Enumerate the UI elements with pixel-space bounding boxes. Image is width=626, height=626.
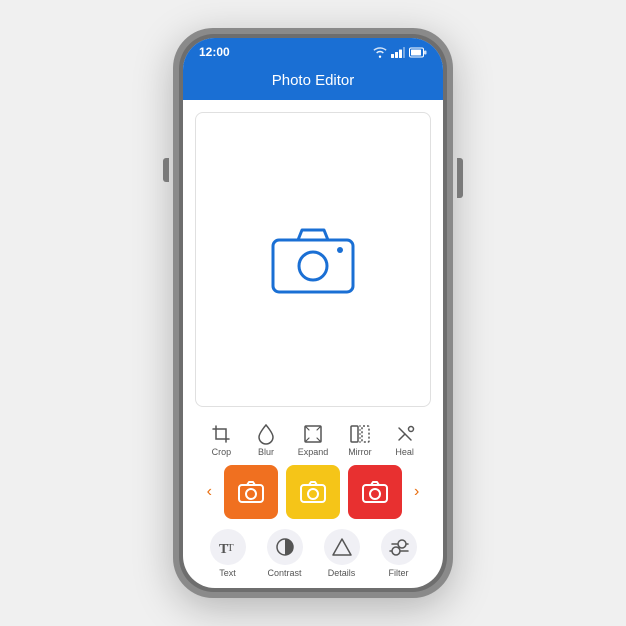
details-label: Details — [328, 568, 356, 578]
crop-tool[interactable]: Crop — [208, 423, 234, 457]
details-tool-icon — [324, 529, 360, 565]
carousel-item-red[interactable] — [348, 465, 402, 519]
bottom-tools: T T Text Contrast — [183, 525, 443, 588]
tools-row: Crop Blur — [183, 419, 443, 459]
text-label: Text — [219, 568, 236, 578]
phone-inner: 12:00 — [179, 34, 447, 592]
app-title: Photo Editor — [272, 72, 355, 89]
filter-tool-icon — [381, 529, 417, 565]
blur-tool[interactable]: Blur — [253, 423, 279, 457]
contrast-tool[interactable]: Contrast — [267, 529, 303, 578]
expand-tool[interactable]: Expand — [298, 423, 329, 457]
app-header: Photo Editor — [183, 66, 443, 100]
crop-icon — [208, 423, 234, 445]
status-time: 12:00 — [199, 45, 230, 59]
heal-tool[interactable]: Heal — [392, 423, 418, 457]
blur-icon — [253, 423, 279, 445]
battery-icon — [409, 47, 427, 58]
carousel-left-arrow[interactable]: ‹ — [203, 479, 216, 505]
text-tool-icon: T T — [210, 529, 246, 565]
expand-icon — [300, 423, 326, 445]
svg-text:T: T — [227, 542, 234, 554]
filter-tool[interactable]: Filter — [381, 529, 417, 578]
expand-label: Expand — [298, 447, 329, 457]
heal-label: Heal — [395, 447, 414, 457]
carousel-item-orange[interactable] — [224, 465, 278, 519]
contrast-tool-icon — [267, 529, 303, 565]
photo-canvas[interactable] — [195, 112, 431, 407]
text-tool[interactable]: T T Text — [210, 529, 246, 578]
blur-label: Blur — [258, 447, 274, 457]
signal-icon — [391, 47, 405, 58]
volume-button — [163, 158, 169, 182]
mirror-icon — [347, 423, 373, 445]
carousel-items — [224, 465, 402, 519]
camera-placeholder-icon — [268, 222, 358, 297]
mirror-label: Mirror — [348, 447, 372, 457]
heal-icon — [392, 423, 418, 445]
status-icons — [373, 47, 427, 58]
power-button — [457, 158, 463, 198]
carousel-row: ‹ — [183, 459, 443, 525]
carousel-item-yellow[interactable] — [286, 465, 340, 519]
screen: 12:00 — [183, 38, 443, 588]
crop-label: Crop — [212, 447, 232, 457]
contrast-label: Contrast — [267, 568, 301, 578]
filter-label: Filter — [389, 568, 409, 578]
phone-frame: 12:00 — [173, 28, 453, 598]
wifi-icon — [373, 47, 387, 58]
carousel-right-arrow[interactable]: › — [410, 479, 423, 505]
mirror-tool[interactable]: Mirror — [347, 423, 373, 457]
details-tool[interactable]: Details — [324, 529, 360, 578]
status-bar: 12:00 — [183, 38, 443, 66]
